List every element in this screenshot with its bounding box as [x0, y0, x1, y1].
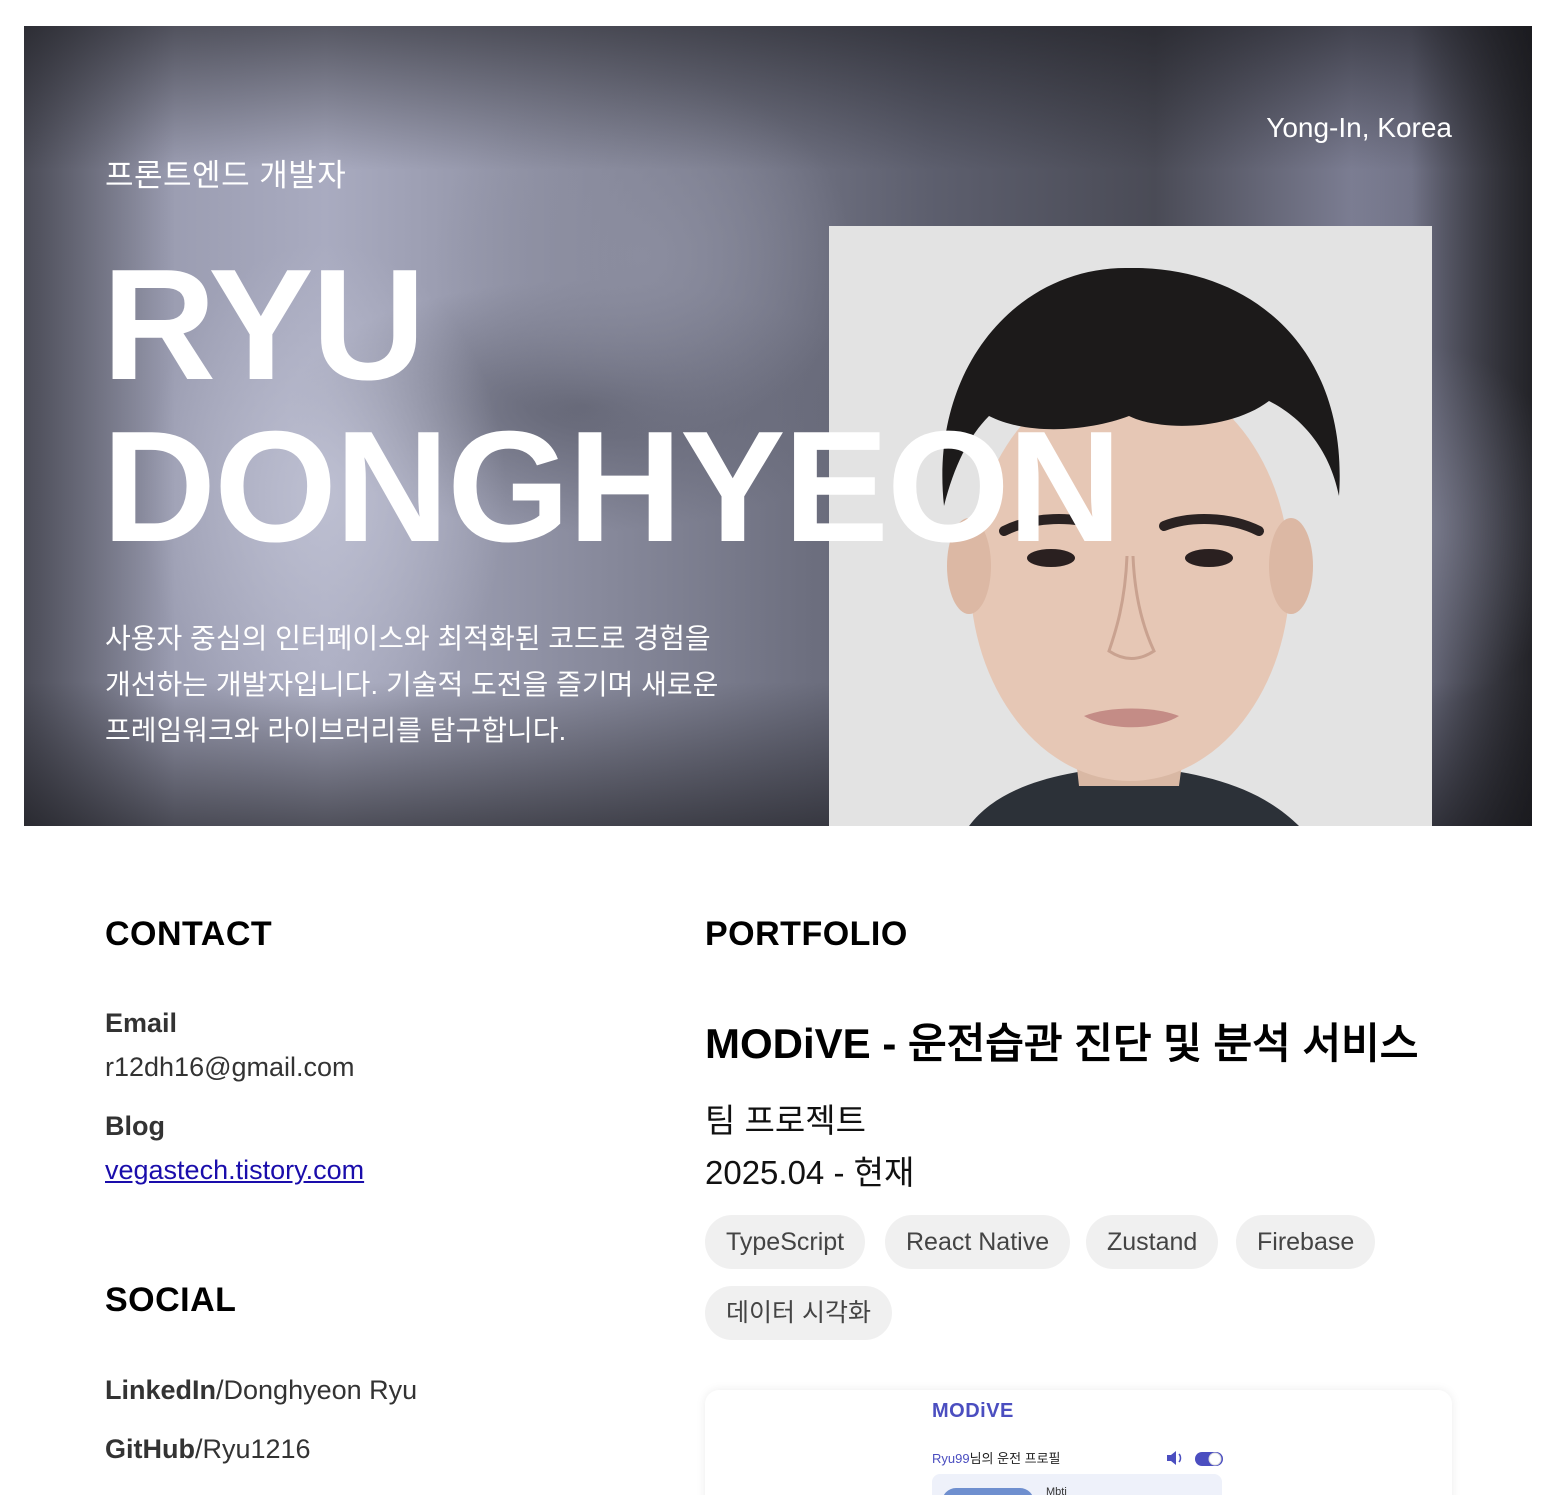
social-linkedin-value: /Donghyeon Ryu: [216, 1375, 418, 1405]
social-github[interactable]: GitHub/Ryu1216: [105, 1434, 311, 1465]
social-github-label: GitHub: [105, 1434, 195, 1464]
preview-controls: [1165, 1448, 1225, 1468]
preview-logo: MODiVE: [932, 1400, 1014, 1422]
social-linkedin-label: LinkedIn: [105, 1375, 217, 1405]
project-preview-card[interactable]: MODiVE Ryu99님의 운전 프로필 Mbti: [705, 1390, 1452, 1495]
hero-name-line1: RYU: [102, 237, 426, 413]
speaker-icon: [1167, 1451, 1223, 1466]
tag-typescript: TypeScript: [705, 1215, 866, 1269]
tag-firebase: Firebase: [1236, 1215, 1376, 1269]
email-label: Email: [105, 1008, 178, 1038]
social-linkedin[interactable]: LinkedIn/Donghyeon Ryu: [105, 1375, 417, 1406]
hero-banner: 프론트엔드 개발자 Yong-In, Korea RYU DONGHYEON 사…: [24, 26, 1532, 826]
tag-react-native: React Native: [885, 1215, 1071, 1269]
preview-profile-suffix: 님의 운전 프로필: [969, 1451, 1061, 1466]
project-type: 팀 프로젝트: [705, 1102, 866, 1139]
social-heading: SOCIAL: [105, 1281, 237, 1319]
blog-link[interactable]: vegastech.tistory.com: [105, 1155, 364, 1186]
page: 프론트엔드 개발자 Yong-In, Korea RYU DONGHYEON 사…: [0, 0, 1562, 1495]
preview-summary-card: Mbti: [932, 1474, 1222, 1495]
hero-role: 프론트엔드 개발자: [105, 158, 347, 193]
social-github-value: /Ryu1216: [194, 1434, 311, 1464]
contact-heading: CONTACT: [105, 915, 273, 953]
email-value: r12dh16@gmail.com: [105, 1052, 355, 1082]
hero-name: RYU DONGHYEON: [102, 237, 1122, 575]
hero-description: 사용자 중심의 인터페이스와 최적화된 코드로 경험을 개선하는 개발자입니다.…: [105, 623, 719, 746]
hero-name-line2: DONGHYEON: [102, 399, 1122, 575]
portfolio-heading: PORTFOLIO: [705, 915, 908, 953]
preview-mbti-label: Mbti: [1046, 1486, 1067, 1495]
preview-username: Ryu99: [932, 1451, 970, 1466]
tag-zustand: Zustand: [1086, 1215, 1219, 1269]
hero-location: Yong-In, Korea: [1266, 112, 1452, 143]
blog-label: Blog: [105, 1111, 165, 1141]
project-period: 2025.04 - 현재: [705, 1154, 915, 1191]
preview-chip: [942, 1488, 1034, 1495]
preview-profile-text: Ryu99님의 운전 프로필: [932, 1448, 1061, 1467]
project-title: MODiVE - 운전습관 진단 및 분석 서비스: [705, 1020, 1419, 1067]
tag-data-visualization: 데이터 시각화: [705, 1286, 892, 1340]
